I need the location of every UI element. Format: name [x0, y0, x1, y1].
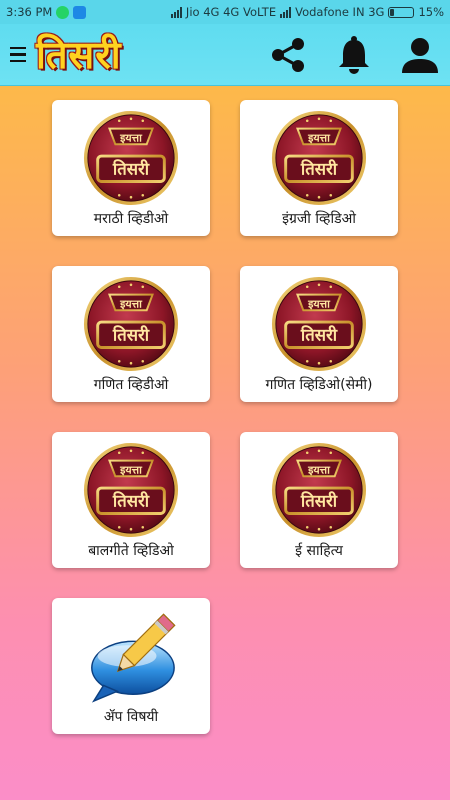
badge-line2: तिसरी [112, 325, 150, 345]
app-title: तिसरी [36, 32, 122, 77]
iyatta-tisri-badge-icon: इयत्ता तिसरी [83, 442, 179, 538]
card-math-semi-video[interactable]: इयत्ता तिसरी गणित व्हिडिओ(सेमी) [240, 266, 398, 402]
card-label: बालगीते व्हिडिओ [88, 543, 174, 559]
status-bar: 3:36 PM Jio 4G 4G VoLTE Vodafone IN 3G 1… [0, 0, 450, 24]
card-label: मराठी व्हिडीओ [93, 211, 169, 227]
battery-icon [388, 6, 415, 18]
share-icon[interactable] [266, 33, 310, 77]
card-math-video[interactable]: इयत्ता तिसरी गणित व्हिडीओ [52, 266, 210, 402]
content-area: इयत्ता तिसरी मराठी व्हिडीओ इयत्ता तिसरी … [0, 86, 450, 800]
badge-line1: इयत्ता [307, 463, 331, 476]
card-label: गणित व्हिडीओ [93, 377, 169, 393]
whatsapp-notification-icon [56, 5, 70, 19]
pencil-speech-bubble-icon [91, 613, 176, 703]
card-rhymes-video[interactable]: इयत्ता तिसरी बालगीते व्हिडिओ [52, 432, 210, 568]
card-label: गणित व्हिडिओ(सेमी) [265, 377, 373, 393]
status-carrier-1: Jio 4G 4G VoLTE [185, 5, 277, 19]
signal-icon [170, 6, 182, 18]
badge-line2: तिसरी [300, 159, 338, 179]
iyatta-tisri-badge-icon: इयत्ता तिसरी [83, 110, 179, 206]
bell-icon[interactable] [332, 33, 376, 77]
battery-percent: 15% [418, 5, 444, 19]
badge-line2: तिसरी [112, 159, 150, 179]
badge-line1: इयत्ता [119, 131, 143, 144]
signal-icon-2 [280, 6, 292, 18]
app-bar: तिसरी [0, 24, 450, 86]
badge-line2: तिसरी [300, 491, 338, 511]
iyatta-tisri-badge-icon: इयत्ता तिसरी [271, 442, 367, 538]
iyatta-tisri-badge-icon: इयत्ता तिसरी [83, 276, 179, 372]
card-e-literature[interactable]: इयत्ता तिसरी ई साहित्य [240, 432, 398, 568]
card-label: ई साहित्य [295, 543, 343, 559]
badge-line1: इयत्ता [119, 463, 143, 476]
message-notification-icon [73, 5, 87, 19]
card-marathi-video[interactable]: इयत्ता तिसरी मराठी व्हिडीओ [52, 100, 210, 236]
hamburger-icon[interactable] [0, 24, 36, 86]
iyatta-tisri-badge-icon: इयत्ता तिसरी [271, 110, 367, 206]
person-icon[interactable] [398, 33, 442, 77]
badge-line2: तिसरी [112, 491, 150, 511]
status-time: 3:36 PM [6, 5, 53, 19]
badge-line2: तिसरी [300, 325, 338, 345]
card-label: ॲप विषयी [103, 709, 159, 725]
status-carrier-2: Vodafone IN 3G [295, 5, 385, 19]
badge-line1: इयत्ता [307, 131, 331, 144]
iyatta-tisri-badge-icon: इयत्ता तिसरी [271, 276, 367, 372]
card-about-app[interactable]: ॲप विषयी [52, 598, 210, 734]
badge-line1: इयत्ता [119, 297, 143, 310]
card-english-video[interactable]: इयत्ता तिसरी इंग्रजी व्हिडिओ [240, 100, 398, 236]
badge-line1: इयत्ता [307, 297, 331, 310]
card-label: इंग्रजी व्हिडिओ [282, 211, 356, 227]
